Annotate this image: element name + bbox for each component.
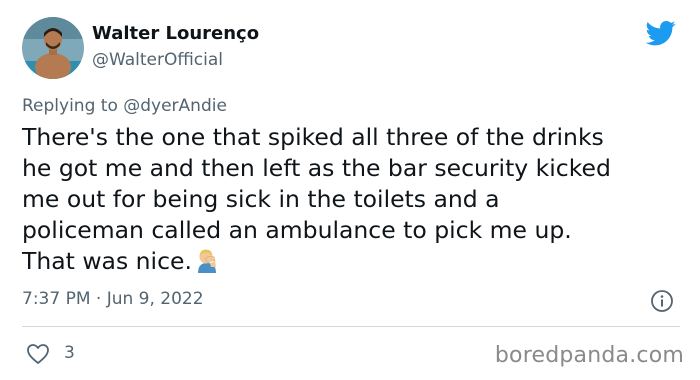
reply-mention-link[interactable]: @dyerAndie <box>123 96 227 116</box>
facepalm-emoji <box>197 249 216 273</box>
twitter-bird-icon[interactable] <box>644 18 678 48</box>
replying-to: Replying to @dyerAndie <box>22 96 227 116</box>
tweet-line: There's the one that spiked all three of… <box>22 123 604 151</box>
like-count: 3 <box>64 343 75 363</box>
tweet-line: he got me and then left as the bar secur… <box>22 154 611 182</box>
heart-icon[interactable] <box>26 343 50 365</box>
tweet-line: me out for being sick in the toilets and… <box>22 185 500 213</box>
author-name[interactable]: Walter Lourenço <box>92 23 259 44</box>
replying-prefix: Replying to <box>22 96 118 116</box>
tweet-line: policeman called an ambulance to pick me… <box>22 216 572 244</box>
tweet-timestamp[interactable]: 7:37 PM · Jun 9, 2022 <box>22 289 204 309</box>
tweet-line: That was nice. <box>22 247 192 275</box>
avatar-photo <box>22 17 84 79</box>
divider <box>22 326 680 327</box>
tweet-last-line: That was nice. <box>22 246 682 277</box>
tweet-text: There's the one that spiked all three of… <box>22 122 682 277</box>
watermark: boredpanda.com <box>494 343 684 368</box>
info-icon[interactable] <box>650 289 674 313</box>
tweet-card: Walter Lourenço @WalterOfficial Replying… <box>0 0 700 380</box>
avatar[interactable] <box>22 17 84 79</box>
author-handle[interactable]: @WalterOfficial <box>92 50 223 70</box>
